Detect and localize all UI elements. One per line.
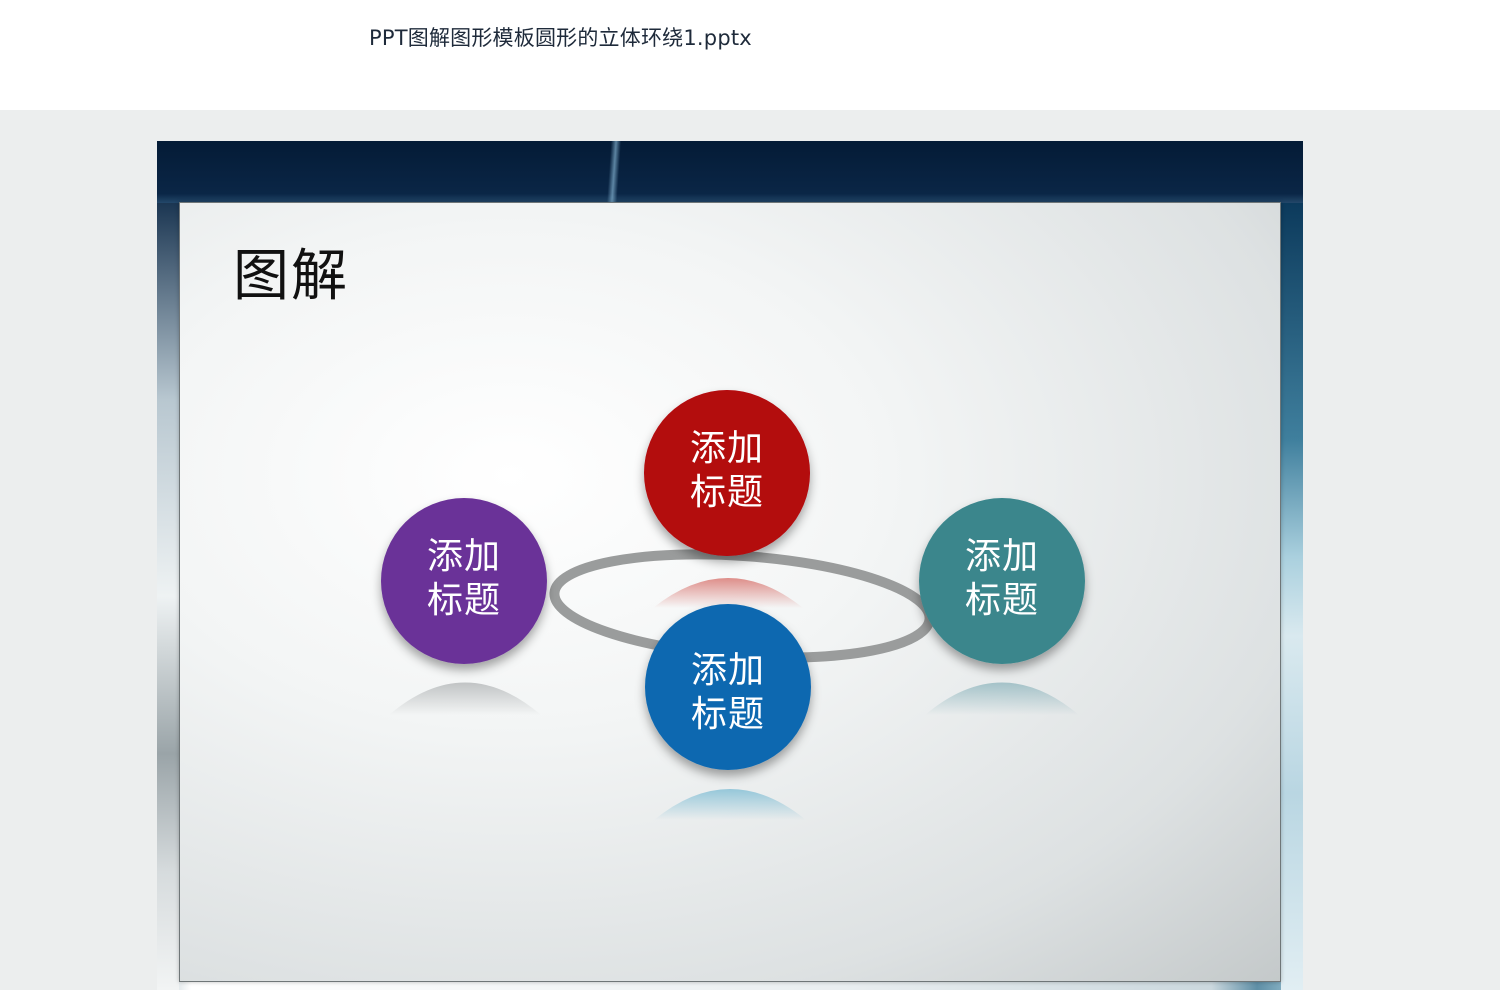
document-filename: PPT图解图形模板圆形的立体环绕1.pptx	[369, 26, 752, 50]
node-label-red[interactable]: 添加 标题	[657, 427, 797, 515]
document-header: PPT图解图形模板圆形的立体环绕1.pptx	[0, 0, 1500, 110]
slide-1[interactable]: 图解 添加 标题 添加 标题 添加 标题 添加 标题	[157, 141, 1303, 990]
node-label-blue[interactable]: 添加 标题	[658, 649, 798, 737]
node-reflection-teal	[925, 682, 1079, 715]
node-label-teal[interactable]: 添加 标题	[932, 535, 1072, 623]
slide-background-right-decoration	[1281, 203, 1303, 990]
slide-background-band	[157, 141, 1303, 203]
node-reflection-red	[653, 578, 803, 608]
node-label-purple[interactable]: 添加 标题	[394, 535, 534, 623]
node-reflection-purple	[389, 682, 541, 715]
slide-content-panel: 图解 添加 标题 添加 标题 添加 标题 添加 标题	[179, 202, 1281, 982]
node-reflection-blue	[654, 789, 806, 820]
slide-background-left-decoration	[157, 203, 179, 990]
circle-surround-diagram	[381, 390, 1085, 820]
